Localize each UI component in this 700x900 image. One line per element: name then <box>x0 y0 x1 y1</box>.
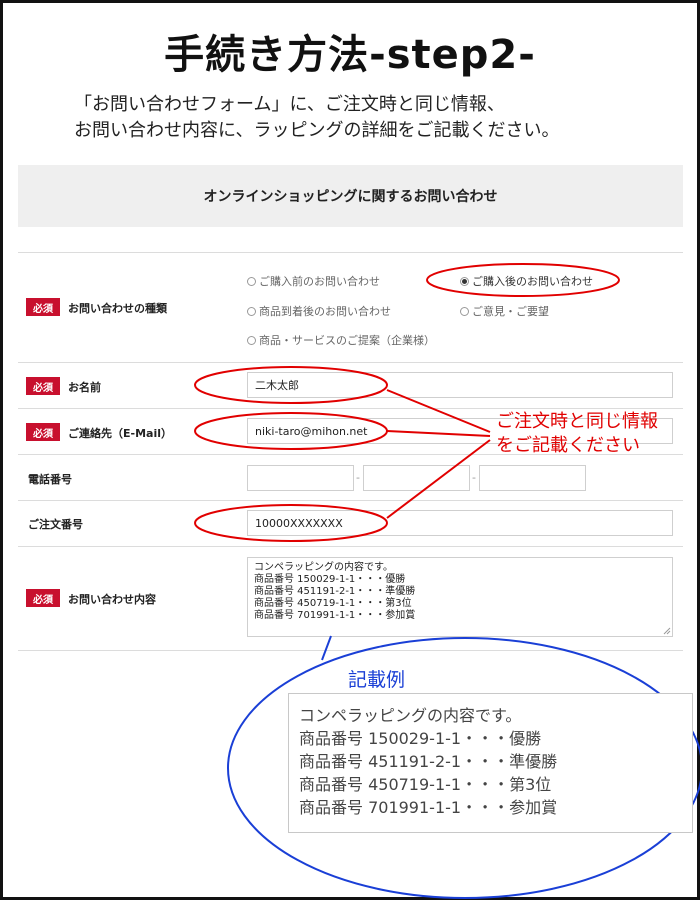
row-divider <box>18 500 683 501</box>
radio-feedback[interactable]: ご意見・ご要望 <box>460 303 549 319</box>
example-line: 商品番号 701991-1-1・・・参加賞 <box>299 798 558 817</box>
row-divider <box>18 546 683 547</box>
required-badge: 必須 <box>26 589 60 607</box>
row-divider <box>18 650 683 651</box>
phone-input-2[interactable] <box>363 465 470 491</box>
radio-circle-icon <box>460 306 469 316</box>
row-divider <box>18 408 683 409</box>
required-badge: 必須 <box>26 298 60 316</box>
textarea-line: 商品番号 450719-1-1・・・第3位 <box>254 598 412 609</box>
required-badge: 必須 <box>26 377 60 395</box>
radio-label: ご購入前のお問い合わせ <box>259 275 380 288</box>
example-line: 商品番号 150029-1-1・・・優勝 <box>299 729 542 748</box>
phone-label: 電話番号 <box>28 473 72 486</box>
order-number-input[interactable]: 10000XXXXXXX <box>247 510 673 536</box>
form-header: オンラインショッピングに関するお問い合わせ <box>18 165 683 227</box>
textarea-line: 商品番号 451191-2-1・・・準優勝 <box>254 586 416 597</box>
callout-line: ご注文時と同じ情報 <box>496 411 658 432</box>
required-badge: 必須 <box>26 423 60 441</box>
intro-text: 「お問い合わせフォーム」に、ご注文時と同じ情報、 お問い合わせ内容に、ラッピング… <box>74 92 559 144</box>
name-input[interactable]: 二木太郎 <box>247 372 673 398</box>
radio-selected-icon <box>460 276 469 286</box>
email-label: ご連絡先（E-Mail） <box>68 427 172 440</box>
name-label: お名前 <box>68 381 101 394</box>
phone-separator: - <box>472 471 476 484</box>
radio-business-proposal[interactable]: 商品・サービスのご提案（企業様） <box>247 332 435 348</box>
phone-input-1[interactable] <box>247 465 354 491</box>
intro-line: 「お問い合わせフォーム」に、ご注文時と同じ情報、 <box>74 94 505 115</box>
example-label: 記載例 <box>348 669 406 691</box>
radio-circle-icon <box>247 335 256 345</box>
phone-separator: - <box>356 471 360 484</box>
example-line: コンペラッピングの内容です。 <box>299 706 522 725</box>
radio-label: 商品到着後のお問い合わせ <box>259 305 391 318</box>
example-zoom-box: コンペラッピングの内容です。 商品番号 150029-1-1・・・優勝 商品番号… <box>288 693 693 833</box>
resize-grip-icon[interactable] <box>663 627 671 635</box>
row-divider <box>18 252 683 253</box>
radio-post-delivery[interactable]: 商品到着後のお問い合わせ <box>247 303 391 319</box>
radio-circle-icon <box>247 276 256 286</box>
inquiry-content-label: お問い合わせ内容 <box>68 593 156 606</box>
radio-pre-purchase[interactable]: ご購入前のお問い合わせ <box>247 273 380 289</box>
inquiry-content-textarea[interactable]: コンペラッピングの内容です。 商品番号 150029-1-1・・・優勝 商品番号… <box>247 557 673 637</box>
row-divider <box>18 362 683 363</box>
textarea-line: 商品番号 701991-1-1・・・参加賞 <box>254 610 416 621</box>
radio-label: ご意見・ご要望 <box>472 305 549 318</box>
phone-input-3[interactable] <box>479 465 586 491</box>
intro-line: お問い合わせ内容に、ラッピングの詳細をご記載ください。 <box>74 120 560 141</box>
callout-line: をご記載ください <box>496 435 640 456</box>
page-title: 手続き方法-step2- <box>164 32 536 78</box>
example-line: 商品番号 451191-2-1・・・準優勝 <box>299 752 558 771</box>
textarea-line: コンペラッピングの内容です。 <box>254 562 393 573</box>
radio-label: ご購入後のお問い合わせ <box>472 275 593 288</box>
radio-label: 商品・サービスのご提案（企業様） <box>259 334 435 347</box>
radio-post-purchase[interactable]: ご購入後のお問い合わせ <box>460 273 593 289</box>
radio-circle-icon <box>247 306 256 316</box>
inquiry-type-label: お問い合わせの種類 <box>68 302 167 315</box>
callout-text: ご注文時と同じ情報 をご記載ください <box>496 410 658 458</box>
order-number-label: ご注文番号 <box>28 518 83 531</box>
textarea-line: 商品番号 150029-1-1・・・優勝 <box>254 574 406 585</box>
example-line: 商品番号 450719-1-1・・・第3位 <box>299 775 552 794</box>
